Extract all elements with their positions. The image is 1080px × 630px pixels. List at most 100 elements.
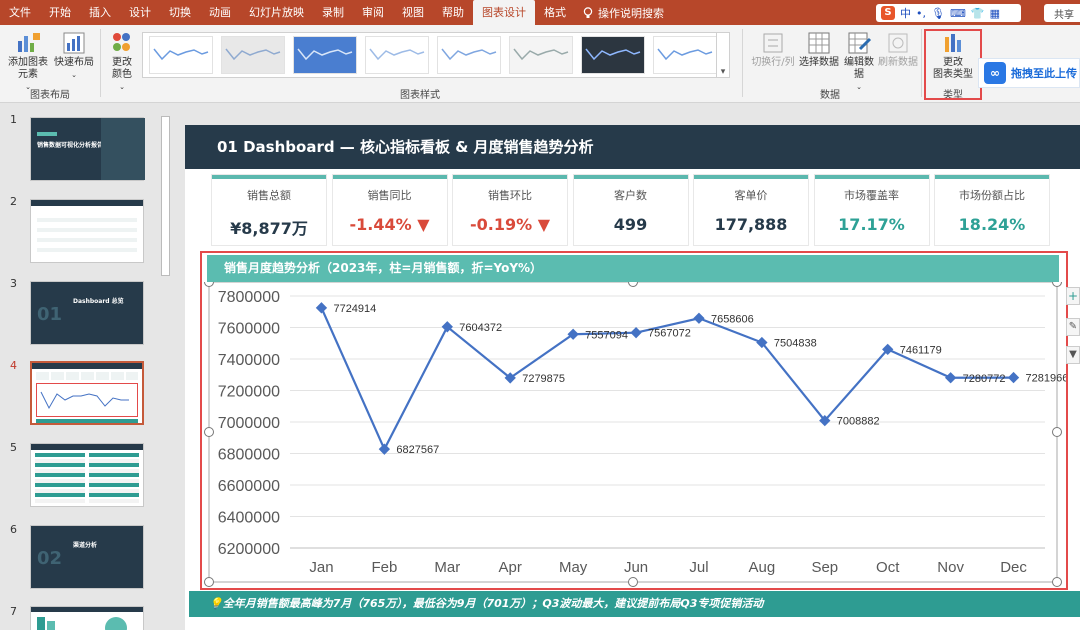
chart-style-option[interactable] xyxy=(653,36,717,74)
menu-tab[interactable]: 图表设计 xyxy=(473,0,535,25)
edit-data-label: 编辑数 据 xyxy=(844,57,874,80)
menu-tab[interactable]: 审阅 xyxy=(353,0,393,25)
thumb-number: 3 xyxy=(10,277,17,290)
skin-icon[interactable]: 👕 xyxy=(971,7,985,20)
chart-style-preview-icon xyxy=(657,48,713,61)
tell-me-search[interactable]: 操作说明搜索 xyxy=(583,5,664,21)
thumb-number: 4 xyxy=(10,359,17,372)
chart-styles-button[interactable]: ✎ xyxy=(1066,318,1080,336)
slide-thumbnail-3[interactable]: 01 Dashboard 总览 xyxy=(30,281,144,345)
thumb-number: 1 xyxy=(10,113,17,126)
chart-style-option[interactable] xyxy=(437,36,501,74)
slide-thumbnail-6[interactable]: 02 渠道分析 xyxy=(30,525,144,589)
thumb-table-right xyxy=(89,453,139,503)
y-tick-label: 6200000 xyxy=(218,541,280,558)
chart-styles-gallery xyxy=(142,32,728,78)
add-chart-element-button[interactable]: 添加图表 元素 ⌄ xyxy=(6,31,50,93)
kpi-label: 市场份额占比 xyxy=(959,189,1025,202)
resize-handle xyxy=(204,282,214,287)
x-tick-label: Jun xyxy=(624,559,648,576)
data-label: 7280772 xyxy=(963,373,1006,385)
chart-style-option[interactable] xyxy=(149,36,213,74)
chart-filters-button[interactable]: ▼ xyxy=(1066,346,1080,364)
thumbnails-scrollbar[interactable] xyxy=(160,110,171,630)
slide-title[interactable]: 01 Dashboard — 核心指标看板 & 月度销售趋势分析 xyxy=(185,125,1080,169)
menu-tab[interactable]: 插入 xyxy=(80,0,120,25)
ribbon-separator xyxy=(742,29,743,97)
y-tick-label: 7000000 xyxy=(218,415,280,432)
slide-thumbnail-7[interactable] xyxy=(30,606,144,630)
scrollbar-thumb[interactable] xyxy=(161,116,170,276)
slide-thumbnail-5[interactable] xyxy=(30,443,144,507)
menu-tab[interactable]: 动画 xyxy=(200,0,240,25)
resize-handle xyxy=(1052,577,1062,587)
menu-tab[interactable]: 开始 xyxy=(40,0,80,25)
menu-tab[interactable]: 帮助 xyxy=(433,0,473,25)
y-tick-label: 7200000 xyxy=(218,384,280,401)
chart-style-option[interactable] xyxy=(581,36,645,74)
keyboard-icon[interactable]: ⌨ xyxy=(950,7,966,20)
chart-style-option[interactable] xyxy=(293,36,357,74)
menu-tab[interactable]: 录制 xyxy=(313,0,353,25)
slide-thumbnails-pane: 1 销售数据可视化分析报告 2 3 01 Dashboard 总览 4 5 6 … xyxy=(0,103,175,630)
highlight-box xyxy=(924,29,982,100)
chart-style-option[interactable] xyxy=(365,36,429,74)
chevron-down-icon: ▾ xyxy=(720,67,726,77)
menu-tab[interactable]: 幻灯片放映 xyxy=(240,0,313,25)
x-tick-label: Aug xyxy=(749,559,776,576)
slide-thumbnail-2[interactable] xyxy=(30,199,144,263)
chart-style-preview-icon xyxy=(297,48,353,61)
ime-toolbar[interactable]: S 中 •, 🎙 ⌨ 👕 ▦ xyxy=(876,4,1021,22)
thumb-chart xyxy=(36,383,138,417)
resize-handle xyxy=(204,427,214,437)
data-label: 7008882 xyxy=(837,416,880,428)
x-tick-label: Sep xyxy=(811,559,838,576)
thumb-table xyxy=(37,212,137,256)
chart-style-preview-icon xyxy=(225,48,281,61)
sogou-icon[interactable]: S xyxy=(881,6,895,20)
ime-language[interactable]: 中 xyxy=(900,5,911,21)
chevron-down-icon: ⌄ xyxy=(71,71,77,79)
menu-tab[interactable]: 视图 xyxy=(393,0,433,25)
menu-tab[interactable]: 文件 xyxy=(0,0,40,25)
cloud-icon: ∞ xyxy=(984,62,1006,84)
slide-thumbnail-1[interactable]: 销售数据可视化分析报告 xyxy=(30,117,145,181)
switch-row-column-button[interactable]: 切换行/列 xyxy=(748,31,798,69)
share-label: 共享 xyxy=(1054,9,1074,21)
x-tick-label: Feb xyxy=(371,559,397,576)
chart-style-option[interactable] xyxy=(509,36,573,74)
chart-style-preview-icon xyxy=(513,48,569,61)
refresh-data-button[interactable]: 刷新数据 xyxy=(876,31,920,69)
quick-layout-button[interactable]: 快速布局 ⌄ xyxy=(52,31,96,81)
add-chart-element-icon xyxy=(15,31,41,55)
chart-style-preview-icon xyxy=(369,48,425,61)
grid-menu-icon[interactable]: ▦ xyxy=(990,7,1000,20)
thumb-accent xyxy=(37,132,57,136)
menu-tab[interactable]: 格式 xyxy=(535,0,575,25)
share-button[interactable]: 共享 xyxy=(1044,4,1080,22)
microphone-icon[interactable]: 🎙 xyxy=(931,7,945,20)
kpi-label: 销售总额 xyxy=(247,189,291,202)
menu-tab[interactable]: 设计 xyxy=(120,0,160,25)
kpi-label: 客单价 xyxy=(734,189,768,202)
edit-data-icon xyxy=(846,31,872,55)
punctuation-icon[interactable]: •, xyxy=(916,7,926,20)
x-tick-label: May xyxy=(559,559,588,576)
change-colors-button[interactable]: 更改 颜色 ⌄ xyxy=(104,31,140,93)
kpi-value: -0.19% ▼ xyxy=(469,215,551,234)
chart-elements-button[interactable]: + xyxy=(1066,287,1080,305)
baidu-upload-button[interactable]: ∞ 拖拽至此上传 xyxy=(978,58,1080,88)
insight-footer: 💡全年月销售额最高峰为7月（765万），最低谷为9月（701万）；Q3波动最大，… xyxy=(189,591,1080,617)
chart-style-option[interactable] xyxy=(221,36,285,74)
chart-title[interactable]: 销售月度趋势分析（2023年，柱=月销售额，折=YoY%） xyxy=(207,255,1059,282)
thumb-title: Dashboard 总览 xyxy=(73,298,124,305)
edit-data-button[interactable]: 编辑数 据 ⌄ xyxy=(842,31,876,93)
gallery-expand-button[interactable]: ▾ xyxy=(716,32,730,78)
menu-tab[interactable]: 切换 xyxy=(160,0,200,25)
slide-thumbnail-4-selected[interactable] xyxy=(30,361,144,425)
select-data-icon xyxy=(806,31,832,55)
select-data-button[interactable]: 选择数据 xyxy=(798,31,840,69)
chart[interactable]: 7800000 7600000 7400000 7200000 7000000 68000… xyxy=(200,282,1066,588)
kpi-value: 177,888 xyxy=(714,215,788,234)
data-label: 7461179 xyxy=(900,344,942,356)
